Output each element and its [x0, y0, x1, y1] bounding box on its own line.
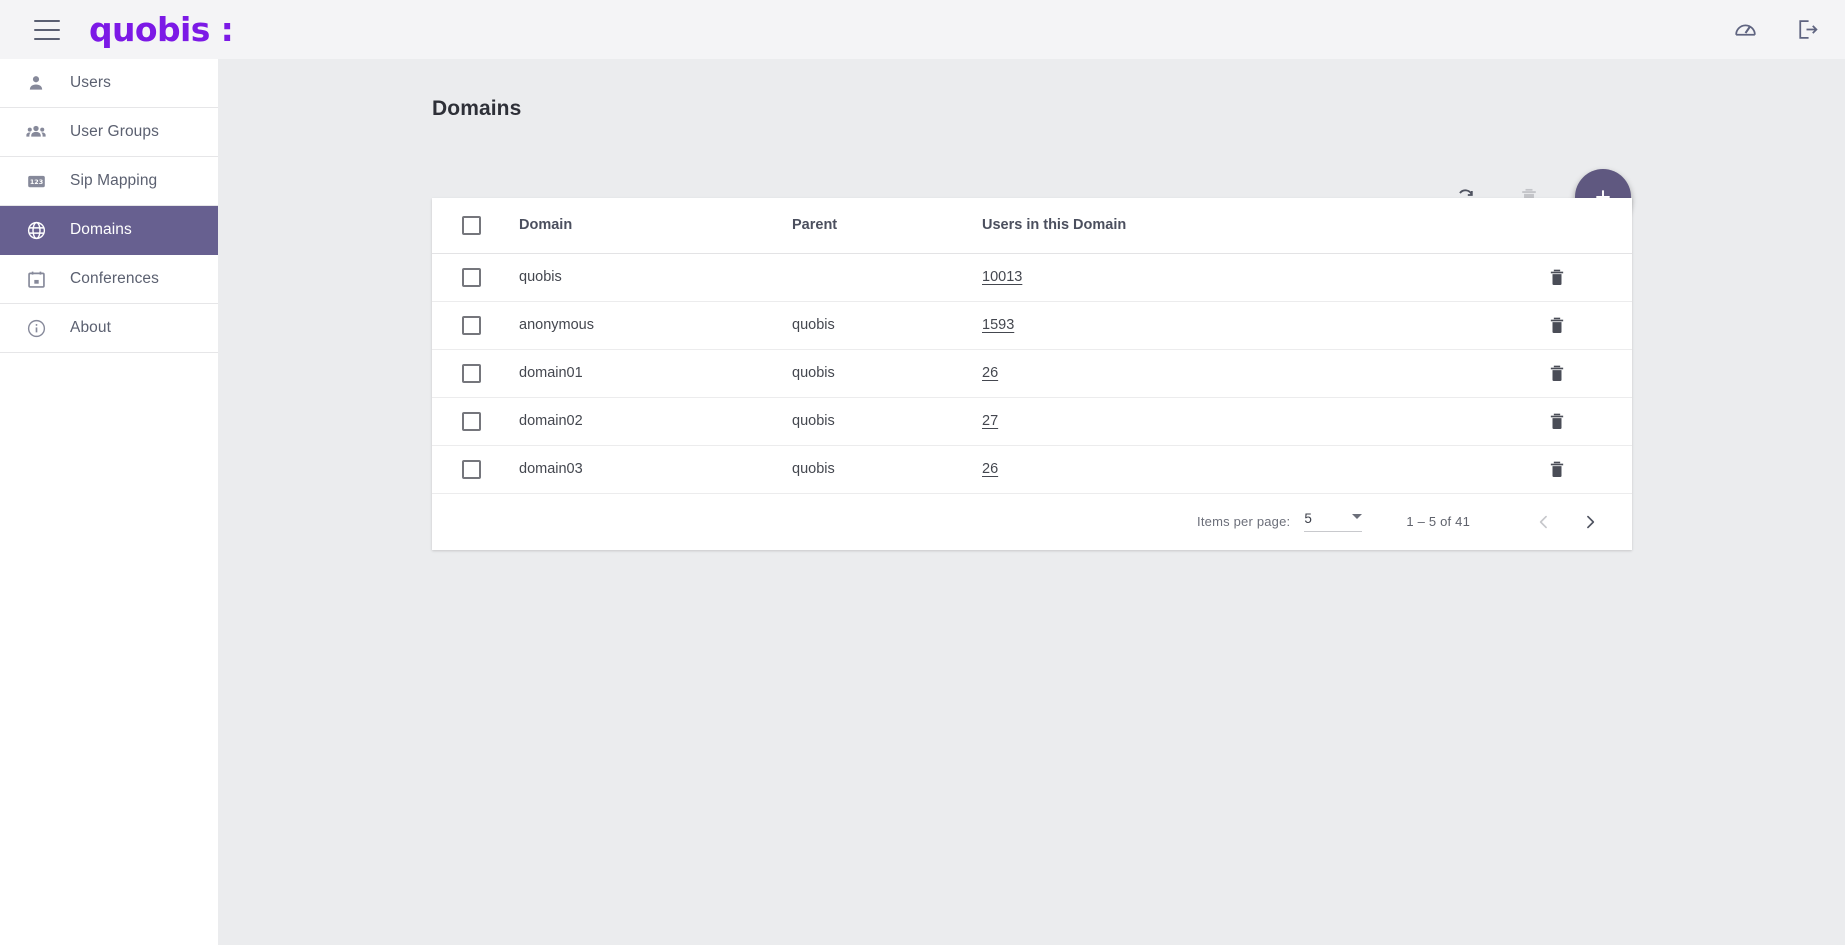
- topbar-actions: [1733, 17, 1819, 42]
- sidebar-item-conferences[interactable]: Conferences: [0, 255, 218, 304]
- row-select-cell: [432, 445, 507, 494]
- delete-row-button[interactable]: [1543, 311, 1571, 339]
- domains-table: Domain Parent Users in this Domain quobi…: [432, 198, 1632, 494]
- 123-icon: 123: [24, 169, 48, 193]
- chevron-down-icon: [1352, 514, 1363, 519]
- cell-actions: [1482, 349, 1632, 398]
- sidebar-item-label: Sip Mapping: [70, 172, 158, 189]
- row-checkbox[interactable]: [462, 459, 481, 479]
- cell-domain: domain01: [507, 349, 792, 398]
- column-header-parent[interactable]: Parent: [792, 198, 982, 254]
- main-content: Domains Domain Parent Users in this Doma…: [218, 59, 1845, 945]
- cell-actions: [1482, 445, 1632, 494]
- sidebar-item-label: About: [70, 319, 112, 336]
- sidebar-item-about[interactable]: About: [0, 304, 218, 353]
- cell-domain: anonymous: [507, 301, 792, 350]
- users-count-link[interactable]: 10013: [982, 269, 1022, 285]
- row-select-cell: [432, 397, 507, 446]
- column-header-actions: [1482, 198, 1632, 254]
- dashboard-gauge-icon[interactable]: [1733, 17, 1758, 42]
- cell-users: 1593: [982, 301, 1482, 350]
- cell-parent: quobis: [792, 349, 982, 398]
- cell-users: 10013: [982, 253, 1482, 302]
- cell-domain: domain03: [507, 445, 792, 494]
- cell-users: 26: [982, 445, 1482, 494]
- row-select-cell: [432, 301, 507, 350]
- items-per-page-value: 5: [1304, 511, 1312, 526]
- table-body: quobis 10013 anonymous quobis 1593 domai…: [432, 253, 1632, 494]
- column-header-domain[interactable]: Domain: [507, 198, 792, 254]
- domains-table-card: Domain Parent Users in this Domain quobi…: [432, 198, 1632, 550]
- table-row[interactable]: anonymous quobis 1593: [432, 301, 1632, 350]
- items-per-page-select[interactable]: 5: [1304, 511, 1363, 532]
- users-count-link[interactable]: 27: [982, 413, 998, 429]
- row-checkbox[interactable]: [462, 363, 481, 383]
- cell-users: 27: [982, 397, 1482, 446]
- cell-users: 26: [982, 349, 1482, 398]
- sidebar-item-label: User Groups: [70, 123, 159, 140]
- person-icon: [24, 71, 48, 95]
- select-all-header: [432, 198, 507, 254]
- cell-actions: [1482, 301, 1632, 350]
- page-range-label: 1 – 5 of 41: [1406, 514, 1470, 529]
- people-icon: [24, 120, 48, 144]
- logout-icon[interactable]: [1794, 17, 1819, 42]
- row-checkbox[interactable]: [462, 267, 481, 287]
- cell-domain: domain02: [507, 397, 792, 446]
- cell-parent: quobis: [792, 445, 982, 494]
- sidebar-item-label: Users: [70, 74, 111, 91]
- cell-actions: [1482, 397, 1632, 446]
- hamburger-menu-icon[interactable]: [34, 19, 60, 40]
- top-app-bar: quobis :: [0, 0, 1845, 59]
- sidebar-item-users[interactable]: Users: [0, 59, 218, 108]
- delete-row-button[interactable]: [1543, 263, 1571, 291]
- delete-row-button[interactable]: [1543, 455, 1571, 483]
- sidebar-item-sip-mapping[interactable]: 123 Sip Mapping: [0, 157, 218, 206]
- globe-icon: [24, 218, 48, 242]
- column-header-users[interactable]: Users in this Domain: [982, 198, 1482, 254]
- users-count-link[interactable]: 26: [982, 461, 998, 477]
- users-count-link[interactable]: 1593: [982, 317, 1014, 333]
- app-logo: quobis :: [89, 10, 234, 49]
- next-page-button[interactable]: [1570, 502, 1610, 542]
- page-title: Domains: [432, 97, 522, 120]
- info-icon: [24, 316, 48, 340]
- row-checkbox[interactable]: [462, 315, 481, 335]
- sidebar-navigation: Users User Groups 123 Sip Mapping Domain…: [0, 59, 218, 945]
- row-select-cell: [432, 349, 507, 398]
- cell-actions: [1482, 253, 1632, 302]
- table-row[interactable]: quobis 10013: [432, 253, 1632, 302]
- table-row[interactable]: domain01 quobis 26: [432, 349, 1632, 398]
- delete-row-button[interactable]: [1543, 359, 1571, 387]
- sidebar-item-user-groups[interactable]: User Groups: [0, 108, 218, 157]
- previous-page-button[interactable]: [1524, 502, 1564, 542]
- row-checkbox[interactable]: [462, 411, 481, 431]
- sidebar-item-domains[interactable]: Domains: [0, 206, 218, 255]
- cell-parent: quobis: [792, 301, 982, 350]
- paginator: Items per page: 5 1 – 5 of 41: [432, 494, 1632, 550]
- table-row[interactable]: domain03 quobis 26: [432, 445, 1632, 494]
- select-all-checkbox[interactable]: [462, 215, 481, 235]
- sidebar-item-label: Conferences: [70, 270, 159, 287]
- delete-row-button[interactable]: [1543, 407, 1571, 435]
- table-row[interactable]: domain02 quobis 27: [432, 397, 1632, 446]
- cell-domain: quobis: [507, 253, 792, 302]
- users-count-link[interactable]: 26: [982, 365, 998, 381]
- row-select-cell: [432, 253, 507, 302]
- sidebar-item-label: Domains: [70, 221, 132, 238]
- cell-parent: [792, 253, 982, 302]
- svg-text:123: 123: [29, 177, 42, 185]
- items-per-page-label: Items per page:: [1197, 514, 1291, 529]
- calendar-icon: [24, 267, 48, 291]
- cell-parent: quobis: [792, 397, 982, 446]
- table-header-row: Domain Parent Users in this Domain: [432, 198, 1632, 254]
